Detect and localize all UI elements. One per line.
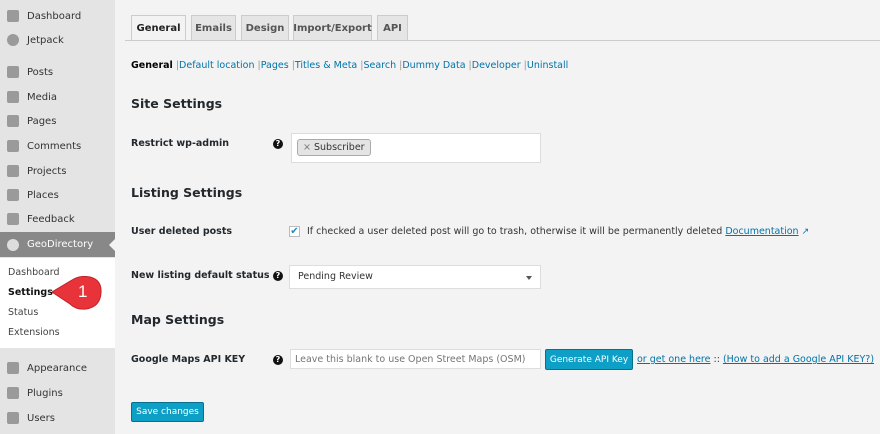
role-chip: × Subscriber xyxy=(297,139,371,156)
subnav-pages[interactable]: Pages xyxy=(261,60,289,71)
get-api-key-link[interactable]: or get one here xyxy=(637,354,710,365)
sidebar-item-geodirectory[interactable]: GeoDirectory xyxy=(0,232,115,257)
sidebar-label: Posts xyxy=(27,66,54,78)
sidebar-item-places[interactable]: Places xyxy=(0,184,115,206)
sidebar-label: Pages xyxy=(27,115,57,127)
plugin-icon xyxy=(7,387,19,399)
documentation-link[interactable]: Documentation xyxy=(725,226,798,237)
subnav-current: General xyxy=(131,60,173,71)
sidebar-label: Projects xyxy=(27,165,67,177)
sidebar-label: Media xyxy=(27,91,58,103)
separator: :: xyxy=(713,354,720,365)
sidebar-item-projects[interactable]: Projects xyxy=(0,160,115,182)
tab-divider xyxy=(125,40,880,41)
user-deleted-description: If checked a user deleted post will go t… xyxy=(307,226,809,237)
restrict-roles-select[interactable]: × Subscriber xyxy=(291,133,541,163)
sidebar-label: Comments xyxy=(27,140,82,152)
step-callout: 1 xyxy=(51,275,102,310)
generate-api-key-button[interactable]: Generate API Key xyxy=(545,349,633,370)
sidebar-item-plugins[interactable]: Plugins xyxy=(0,382,115,404)
help-icon[interactable]: ? xyxy=(273,139,283,149)
help-icon[interactable]: ? xyxy=(273,355,283,365)
pin-icon xyxy=(7,165,19,177)
callout-shape xyxy=(51,275,102,310)
api-key-input[interactable] xyxy=(290,349,541,369)
settings-main: General Emails Design Import/Export API … xyxy=(115,0,880,434)
save-changes-button[interactable]: Save changes xyxy=(131,402,204,422)
sidebar-label: Plugins xyxy=(27,387,63,399)
chip-label: Subscriber xyxy=(314,142,365,153)
external-link-icon: ↗ xyxy=(801,227,810,237)
default-status-select[interactable]: Pending Review xyxy=(289,265,541,289)
tab-api[interactable]: API xyxy=(377,15,408,41)
tab-design[interactable]: Design xyxy=(241,15,289,41)
sidebar-label: Feedback xyxy=(27,213,75,225)
submenu-status[interactable]: Status xyxy=(8,307,38,318)
sidebar-item-dashboard[interactable]: Dashboard xyxy=(0,5,115,27)
media-icon xyxy=(7,91,19,103)
callout-number: 1 xyxy=(78,282,88,301)
sidebar-label: Dashboard xyxy=(27,10,82,22)
sidebar-label: Appearance xyxy=(27,362,88,374)
sidebar-item-jetpack[interactable]: Jetpack xyxy=(0,29,115,51)
subnav-titles-meta[interactable]: Titles & Meta xyxy=(295,60,357,71)
admin-sidebar: Dashboard Jetpack Posts Media Pages Comm… xyxy=(0,0,115,434)
description-text: If checked a user deleted post will go t… xyxy=(307,226,723,237)
feedback-icon xyxy=(7,213,19,225)
listing-settings-heading: Listing Settings xyxy=(131,185,243,200)
sidebar-item-pages[interactable]: Pages xyxy=(0,110,115,132)
user-deleted-label: User deleted posts xyxy=(131,226,233,237)
sidebar-label: Users xyxy=(27,412,56,424)
jetpack-icon xyxy=(7,34,19,46)
sidebar-item-comments[interactable]: Comments xyxy=(0,135,115,157)
submenu-settings[interactable]: Settings xyxy=(8,287,53,298)
help-icon[interactable]: ? xyxy=(273,271,283,281)
how-to-api-key-link[interactable]: (How to add a Google API KEY?) xyxy=(723,354,874,365)
pin-icon xyxy=(7,66,19,78)
globe-icon xyxy=(7,238,19,251)
dashboard-icon xyxy=(7,10,19,22)
select-value: Pending Review xyxy=(298,271,373,282)
subnav-developer[interactable]: Developer xyxy=(472,60,521,71)
restrict-label: Restrict wp-admin xyxy=(131,138,230,149)
subnav-search[interactable]: Search xyxy=(363,60,396,71)
places-icon xyxy=(7,189,19,201)
sidebar-label: Places xyxy=(27,189,59,201)
map-settings-heading: Map Settings xyxy=(131,312,225,327)
default-status-label: New listing default status xyxy=(131,270,270,281)
sidebar-item-feedback[interactable]: Feedback xyxy=(0,208,115,230)
site-settings-heading: Site Settings xyxy=(131,96,223,111)
brush-icon xyxy=(7,362,19,374)
tab-general[interactable]: General xyxy=(131,15,186,41)
section-subnav: General |Default location |Pages |Titles… xyxy=(131,60,569,71)
api-key-label: Google Maps API KEY xyxy=(131,354,246,365)
sidebar-label: GeoDirectory xyxy=(27,239,94,250)
subnav-dummy-data[interactable]: Dummy Data xyxy=(402,60,465,71)
pages-icon xyxy=(7,115,19,127)
remove-chip-icon[interactable]: × xyxy=(303,142,311,153)
sidebar-item-appearance[interactable]: Appearance xyxy=(0,357,115,379)
chevron-down-icon xyxy=(526,276,532,283)
sidebar-item-media[interactable]: Media xyxy=(0,86,115,108)
api-links: or get one here :: (How to add a Google … xyxy=(637,354,874,365)
sidebar-label: Jetpack xyxy=(27,34,64,46)
submenu-extensions[interactable]: Extensions xyxy=(8,327,60,338)
subnav-uninstall[interactable]: Uninstall xyxy=(527,60,568,71)
sidebar-item-users[interactable]: Users xyxy=(0,407,115,429)
subnav-default-location[interactable]: Default location xyxy=(179,60,254,71)
comment-icon xyxy=(7,140,19,152)
tab-emails[interactable]: Emails xyxy=(191,15,236,41)
user-deleted-checkbox[interactable]: ✔ xyxy=(289,226,300,237)
tab-import-export[interactable]: Import/Export xyxy=(293,15,372,41)
user-icon xyxy=(7,412,19,424)
sidebar-item-posts[interactable]: Posts xyxy=(0,61,115,83)
